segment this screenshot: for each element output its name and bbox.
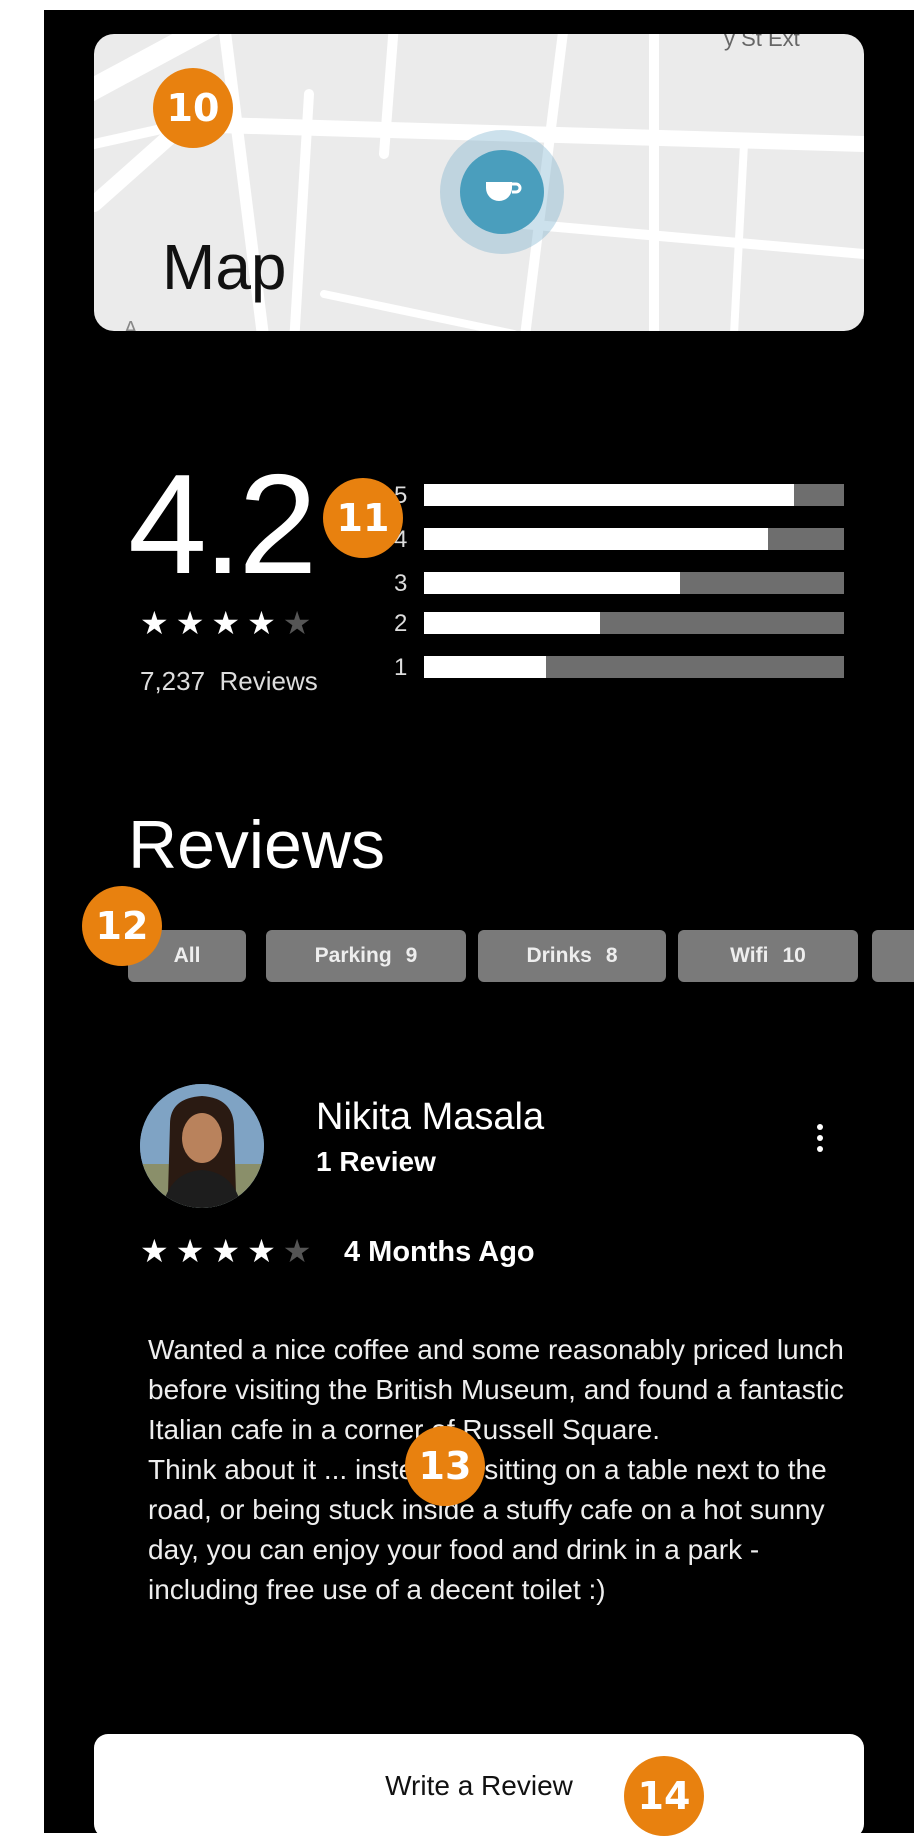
screen: y St Ext Map A ... 4.2 ★★★★★ 7,237 Revie… xyxy=(44,10,914,1833)
rating-bar-row: 3 xyxy=(394,570,864,598)
rating-bar-row: 5 xyxy=(394,482,864,510)
annotation-marker: 11 xyxy=(323,478,403,558)
review-count-number: 7,237 xyxy=(140,666,206,696)
star-empty-icon: ★ xyxy=(282,1233,319,1269)
rating-bar-label: 3 xyxy=(394,570,408,597)
rating-bar-track xyxy=(424,484,844,506)
reviewer-review-count: 1 Review xyxy=(316,1146,436,1177)
reviewer-name[interactable]: Nikita Masala xyxy=(316,1096,544,1139)
map-street-label: y St Ext xyxy=(724,34,800,51)
review-date: 4 Months Ago xyxy=(344,1236,535,1268)
annotation-marker: 12 xyxy=(82,886,162,966)
annotation-marker: 10 xyxy=(153,68,233,148)
rating-bar-row: 4 xyxy=(394,526,864,554)
filter-chip-more[interactable] xyxy=(872,930,914,982)
filter-chip-count: 8 xyxy=(605,944,618,967)
avatar[interactable] xyxy=(140,1084,264,1208)
more-options-icon[interactable] xyxy=(814,1124,826,1158)
rating-bar-track xyxy=(424,572,844,594)
coffee-cup-icon xyxy=(486,182,522,201)
write-review-button[interactable]: Write a Review xyxy=(94,1734,864,1833)
filter-chip-label: Parking xyxy=(314,944,392,967)
reviews-heading: Reviews xyxy=(128,807,385,883)
rating-bar-track xyxy=(424,528,844,550)
map-title: Map xyxy=(162,231,287,303)
rating-bar-label: 2 xyxy=(394,610,408,637)
rating-bar-fill xyxy=(424,528,769,550)
rating-bar-row: 1 xyxy=(394,654,864,682)
rating-bar-fill xyxy=(424,656,546,678)
rating-bar-track xyxy=(424,612,844,634)
star-filled-icon: ★★★★ xyxy=(140,1233,283,1269)
filter-chip-parking[interactable]: Parking 9 xyxy=(266,930,466,982)
rating-bar-fill xyxy=(424,572,681,594)
rating-bar-fill xyxy=(424,612,601,634)
rating-bar-track xyxy=(424,656,844,678)
review-count-label: Reviews xyxy=(219,666,318,696)
user-avatar-image xyxy=(140,1084,264,1208)
rating-bar-row: 2 xyxy=(394,610,864,638)
filter-chip-label: Drinks xyxy=(526,944,592,967)
star-filled-icon: ★★★★ xyxy=(140,605,283,641)
map-area-label: A ... xyxy=(124,318,159,331)
review-stars: ★★★★★ xyxy=(140,1232,318,1270)
annotation-marker: 14 xyxy=(624,1756,704,1836)
average-rating: 4.2 xyxy=(128,445,317,604)
filter-chip-count: 9 xyxy=(405,944,418,967)
rating-stars: ★★★★★ xyxy=(140,604,318,642)
rating-bar-fill xyxy=(424,484,794,506)
filter-chip-label: Wifi xyxy=(730,944,769,967)
review-count: 7,237 Reviews xyxy=(140,666,318,697)
map-pin[interactable] xyxy=(460,150,544,234)
filter-chip-drinks[interactable]: Drinks 8 xyxy=(478,930,666,982)
filter-chip-count: 10 xyxy=(782,944,806,967)
annotation-marker: 13 xyxy=(405,1426,485,1506)
review-body: Wanted a nice coffee and some reasonably… xyxy=(148,1334,844,1605)
star-empty-icon: ★ xyxy=(282,605,319,641)
rating-bar-label: 1 xyxy=(394,654,408,681)
filter-chip-wifi[interactable]: Wifi 10 xyxy=(678,930,858,982)
filter-chip-label: All xyxy=(173,944,201,967)
